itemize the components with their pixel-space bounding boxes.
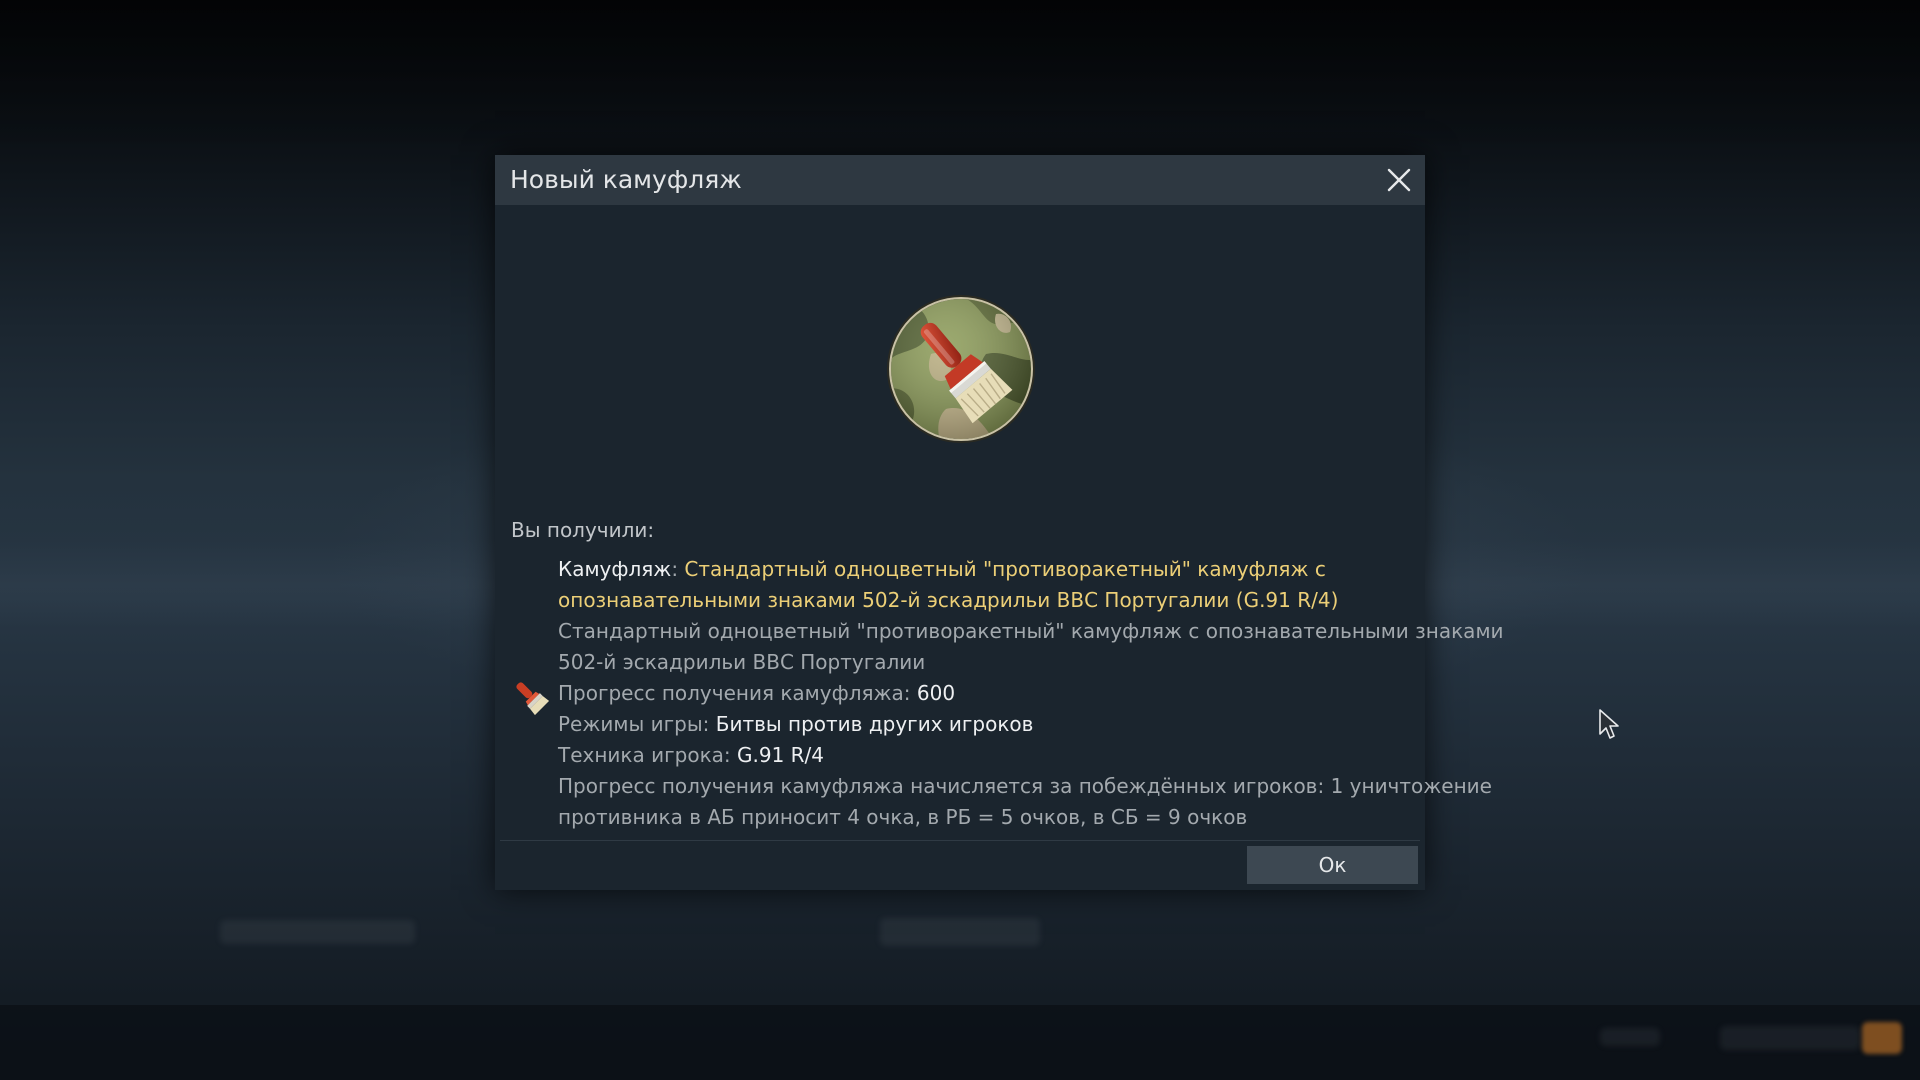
background-bottom-icons-blurred — [1720, 1026, 1860, 1050]
ok-button[interactable]: Ок — [1247, 846, 1418, 884]
paintbrush-icon — [511, 677, 550, 716]
reward-details: Камуфляж: Стандартный одноцветный "проти… — [558, 554, 1504, 833]
close-icon — [1387, 168, 1411, 192]
progress-note-line-2: противника в АБ приносит 4 очка, в РБ = … — [558, 805, 1248, 829]
camouflage-description-line-2: 502-й эскадрильи ВВС Португалии — [558, 650, 926, 674]
background-bottom-item-blurred — [1600, 1028, 1660, 1046]
dialog-title: Новый камуфляж — [510, 165, 742, 194]
camouflage-name-line-2: опознавательными знаками 502-й эскадриль… — [558, 585, 1408, 616]
dialog-header: Новый камуфляж — [495, 155, 1425, 205]
camouflage-description-line: Стандартный одноцветный "противоракетный… — [558, 619, 1504, 643]
camouflage-separator: : — [671, 557, 685, 581]
vehicle-line: Техника игрока: G.91 R/4 — [558, 740, 1408, 771]
background-button-blurred — [880, 918, 1040, 946]
game-modes-line: Режимы игры: Битвы против других игроков — [558, 709, 1408, 740]
close-button[interactable] — [1381, 162, 1417, 198]
background-button-blurred — [220, 920, 415, 944]
game-modes-label: Режимы игры: — [558, 712, 716, 736]
progress-note-line: Прогресс получения камуфляжа начисляется… — [558, 774, 1492, 798]
background-top-bar — [0, 0, 1920, 150]
camouflage-name-line: Камуфляж: Стандартный одноцветный "проти… — [558, 554, 1408, 585]
new-camouflage-dialog: Новый камуфляж Вы получили: Камуфляж: Ст… — [495, 155, 1504, 890]
vehicle-value: G.91 R/4 — [737, 743, 825, 767]
game-modes-value: Битвы против других игроков — [715, 712, 1034, 736]
received-label: Вы получили: — [511, 518, 655, 542]
camouflage-label: Камуфляж — [558, 557, 672, 581]
mouse-cursor-icon — [1598, 708, 1620, 740]
progress-value: 600 — [916, 681, 956, 705]
camouflage-name-continued: опознавательными знаками 502-й эскадриль… — [558, 588, 1339, 612]
footer-divider — [500, 840, 1420, 841]
progress-line: Прогресс получения камуфляжа: 600 — [558, 678, 1408, 709]
vehicle-label: Техника игрока: — [558, 743, 737, 767]
progress-label: Прогресс получения камуфляжа: — [558, 681, 917, 705]
camouflage-name: Стандартный одноцветный "противоракетный… — [684, 557, 1326, 581]
background-orange-icon-blurred — [1862, 1022, 1902, 1054]
camouflage-paintbrush-icon — [886, 294, 1036, 444]
